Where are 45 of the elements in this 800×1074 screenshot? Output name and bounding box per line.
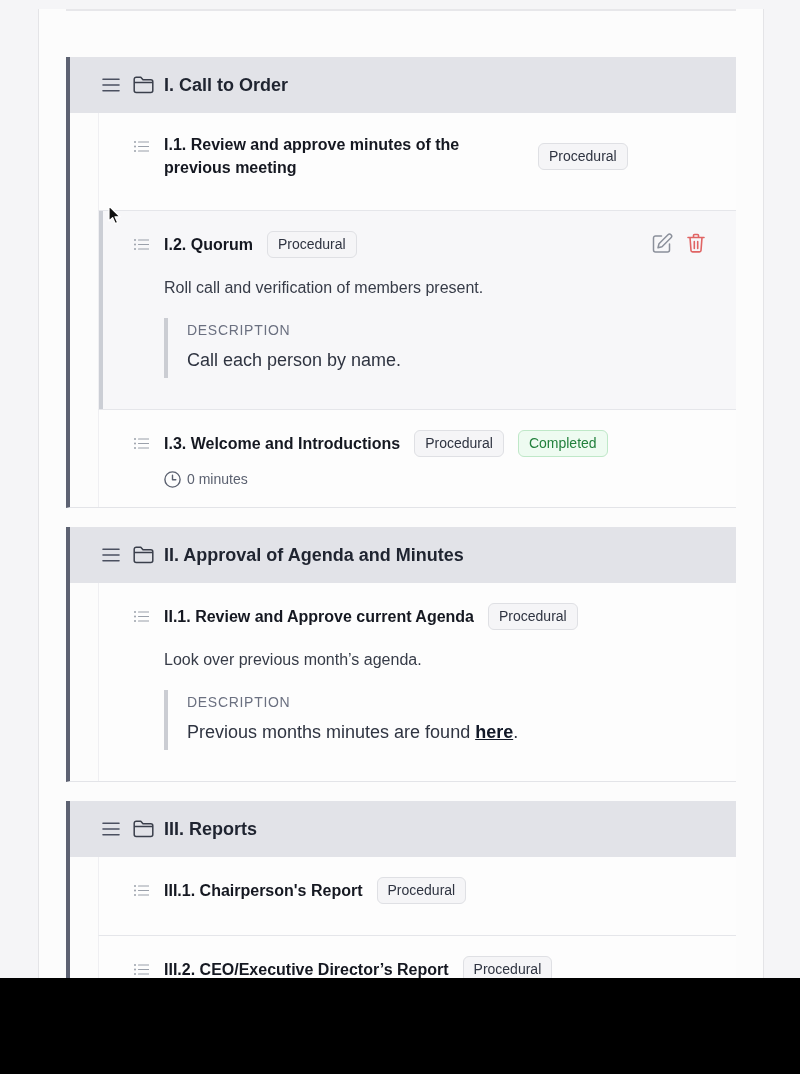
- list-icon[interactable]: [134, 611, 149, 622]
- section-title: I. Call to Order: [164, 74, 289, 97]
- item-title: III.2. CEO/Executive Director’s Report: [164, 960, 449, 978]
- mouse-pointer-icon: [108, 205, 121, 225]
- category-badge: Procedural: [266, 231, 357, 258]
- folder-icon: [133, 546, 154, 564]
- item-title: III.1. Chairperson's Report: [164, 881, 363, 901]
- description-text: Call each person by name.: [187, 349, 403, 372]
- category-badge: Procedural: [488, 603, 578, 630]
- agenda-item[interactable]: I.3. Welcome and Introductions Procedural Completed 0 minutes: [98, 409, 736, 507]
- item-title: I.3. Welcome and Introductions: [164, 434, 401, 454]
- section-title: III. Reports: [164, 818, 257, 841]
- menu-icon[interactable]: [102, 548, 120, 562]
- trash-icon: [687, 233, 705, 253]
- item-summary: Roll call and verification of members present.: [164, 278, 485, 298]
- duration-text: 0 minutes: [187, 470, 248, 489]
- clock-icon: [164, 470, 181, 488]
- item-title: I.2. Quorum: [164, 235, 253, 255]
- description-label: DESCRIPTION: [187, 693, 291, 712]
- folder-icon: [133, 820, 154, 838]
- list-icon[interactable]: [134, 141, 149, 152]
- category-badge: Procedural: [538, 142, 628, 170]
- list-icon[interactable]: [134, 438, 149, 449]
- menu-icon[interactable]: [102, 78, 120, 92]
- agenda-item[interactable]: I.2. Quorum Procedural Roll call and verification of members present. DESCRIPTION Call each person by name.: [98, 210, 736, 409]
- agenda-item[interactable]: III.2. CEO/Executive Director’s Report Procedural: [98, 935, 736, 978]
- edit-button[interactable]: [650, 231, 674, 255]
- item-title: II.1. Review and Approve current Agenda: [164, 607, 474, 627]
- status-badge: Completed: [517, 430, 608, 457]
- folder-icon: [133, 76, 154, 94]
- section-title: II. Approval of Agenda and Minutes: [164, 544, 464, 567]
- category-badge: Procedural: [462, 956, 553, 978]
- delete-button[interactable]: [684, 231, 708, 255]
- list-icon[interactable]: [134, 885, 149, 896]
- category-badge: Procedural: [376, 877, 467, 904]
- description-label: DESCRIPTION: [187, 321, 291, 340]
- list-icon[interactable]: [134, 964, 149, 975]
- description-text: Previous months minutes are found here.: [187, 721, 520, 744]
- category-badge: Procedural: [414, 430, 504, 457]
- minutes-link[interactable]: here: [475, 722, 514, 742]
- list-icon[interactable]: [134, 239, 149, 250]
- item-title: I.1. Review and approve minutes of the previous meeting: [164, 135, 461, 178]
- item-summary: Look over previous month’s agenda.: [164, 650, 423, 670]
- menu-icon[interactable]: [102, 822, 120, 836]
- pencil-icon: [651, 232, 673, 254]
